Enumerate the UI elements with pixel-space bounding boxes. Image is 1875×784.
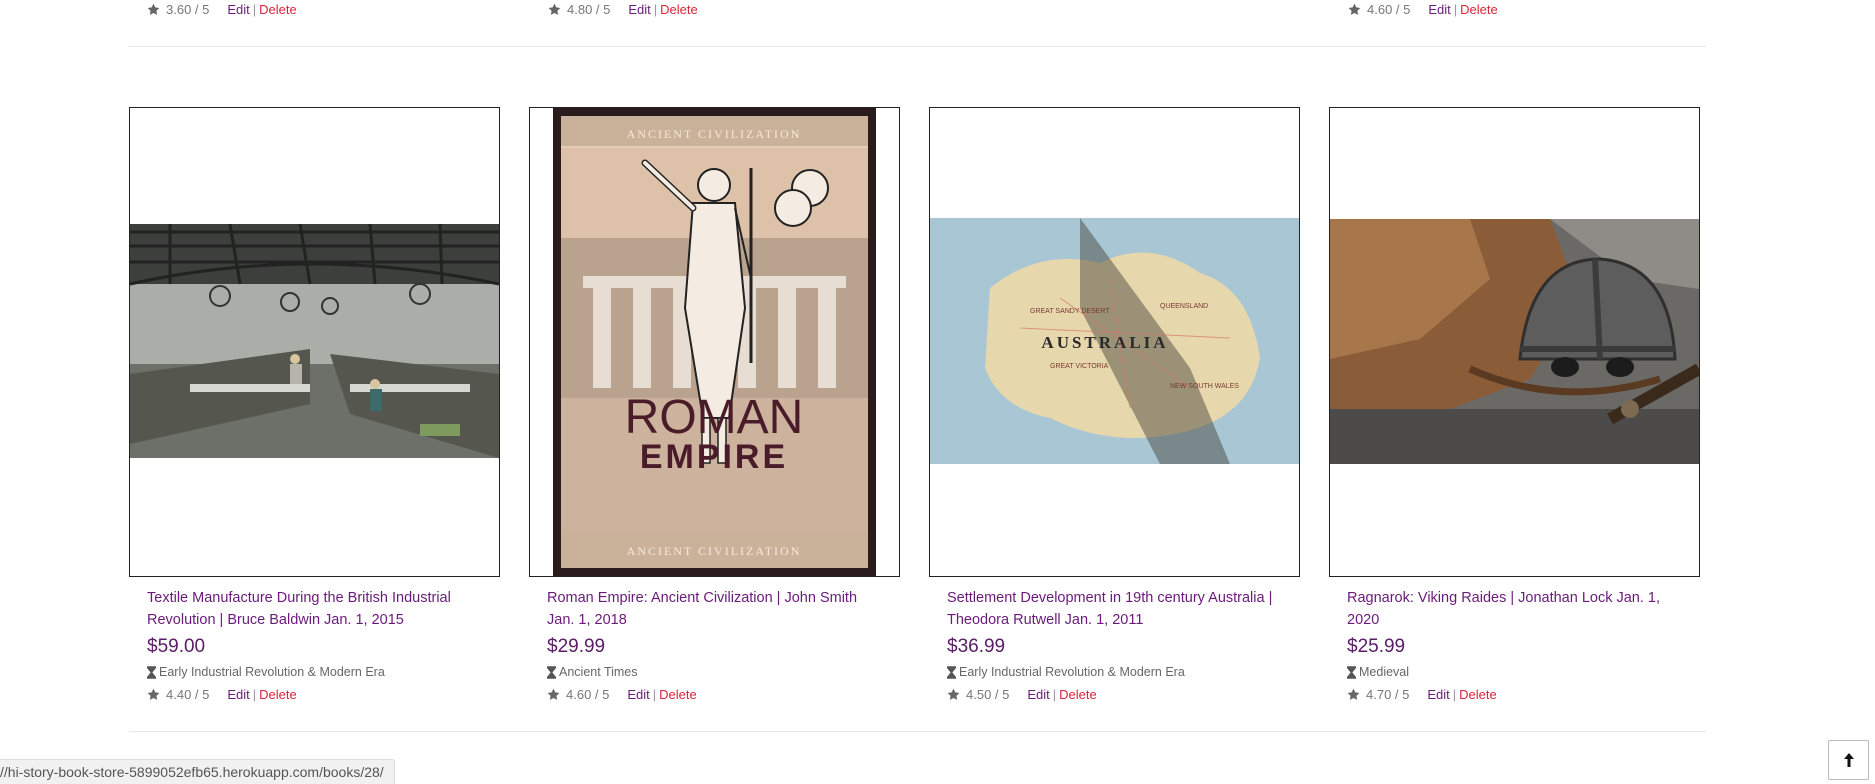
- separator: |: [653, 1, 658, 17]
- book-category: Ancient Times: [547, 662, 882, 682]
- star-icon: [547, 688, 560, 700]
- rating-row: 4.60 / 5 Edit | Delete: [1348, 0, 1498, 18]
- svg-text:NEW SOUTH WALES: NEW SOUTH WALES: [1170, 383, 1239, 390]
- star-icon: [147, 3, 160, 15]
- delete-link[interactable]: Delete: [259, 687, 297, 702]
- separator: |: [1453, 1, 1458, 17]
- book-price: $29.99: [547, 636, 606, 657]
- row-divider: [129, 731, 1706, 732]
- book-price: $59.00: [147, 636, 206, 657]
- hourglass-icon: [547, 665, 556, 679]
- edit-link[interactable]: Edit: [1428, 2, 1450, 17]
- rating-value: 4.70 / 5: [1366, 686, 1410, 702]
- book-cover-link[interactable]: GREAT SANDY DESERT QUEENSLAND GREAT VICT…: [929, 107, 1300, 577]
- hourglass-icon: [147, 665, 156, 679]
- star-icon: [1348, 3, 1361, 15]
- rating-value: 4.80 / 5: [567, 1, 611, 17]
- delete-link[interactable]: Delete: [259, 2, 297, 17]
- cover-title-line1: ROMAN: [625, 391, 804, 444]
- book-price: $25.99: [1347, 636, 1406, 657]
- book-title-link[interactable]: Settlement Development in 19th century A…: [947, 587, 1282, 631]
- book-cover-link[interactable]: ANCIENT CIVILIZATION ROMAN EMPIRE ANCIEN…: [529, 107, 900, 577]
- svg-text:GREAT VICTORIA: GREAT VICTORIA: [1050, 363, 1109, 370]
- rating-row: 3.60 / 5 Edit | Delete: [147, 0, 297, 18]
- separator: |: [652, 686, 657, 702]
- map-label: AUSTRALIA: [1041, 333, 1168, 352]
- rating-row: 4.50 / 5 Edit | Delete: [947, 682, 1282, 706]
- svg-text:QUEENSLAND: QUEENSLAND: [1160, 303, 1208, 310]
- cover-bottom-text: ANCIENT CIVILIZATION: [627, 544, 802, 558]
- book-cover-image: [1330, 219, 1699, 464]
- rating-value: 3.60 / 5: [166, 1, 210, 17]
- arrow-up-icon: [1843, 753, 1854, 767]
- delete-link[interactable]: Delete: [1059, 687, 1097, 702]
- star-icon: [947, 688, 960, 700]
- rating-row: 4.70 / 5 Edit | Delete: [1347, 682, 1682, 706]
- book-title-link[interactable]: Ragnarok: Viking Raides | Jonathan Lock …: [1347, 587, 1682, 631]
- book-cover-image: GREAT SANDY DESERT QUEENSLAND GREAT VICT…: [930, 218, 1299, 464]
- star-icon: [548, 3, 561, 15]
- edit-link[interactable]: Edit: [627, 687, 649, 702]
- category-label: Ancient Times: [559, 665, 638, 679]
- rating-value: 4.60 / 5: [1367, 1, 1411, 17]
- separator: |: [252, 686, 257, 702]
- rating-row: 4.80 / 5 Edit | Delete: [548, 0, 698, 18]
- separator: |: [1052, 686, 1057, 702]
- scroll-to-top-button[interactable]: [1828, 740, 1869, 780]
- delete-link[interactable]: Delete: [660, 2, 698, 17]
- category-label: Early Industrial Revolution & Modern Era: [159, 665, 385, 679]
- hourglass-icon: [1347, 665, 1356, 679]
- book-card: Ragnarok: Viking Raides | Jonathan Lock …: [1329, 107, 1700, 706]
- svg-text:GREAT SANDY DESERT: GREAT SANDY DESERT: [1030, 308, 1110, 315]
- rating-row: 4.40 / 5 Edit | Delete: [147, 682, 482, 706]
- rating-value: 4.40 / 5: [166, 686, 210, 702]
- separator: |: [252, 1, 257, 17]
- delete-link[interactable]: Delete: [1459, 687, 1497, 702]
- book-cover-image: [130, 224, 499, 458]
- category-label: Medieval: [1359, 665, 1410, 679]
- edit-link[interactable]: Edit: [628, 2, 650, 17]
- cover-title-line2: EMPIRE: [640, 438, 788, 476]
- book-title-link[interactable]: Textile Manufacture During the British I…: [147, 587, 482, 631]
- book-title-link[interactable]: Roman Empire: Ancient Civilization | Joh…: [547, 587, 882, 631]
- star-icon: [1347, 688, 1360, 700]
- edit-link[interactable]: Edit: [1427, 687, 1449, 702]
- rating-value: 4.50 / 5: [966, 686, 1010, 702]
- book-card: Textile Manufacture During the British I…: [129, 107, 500, 706]
- book-card: GREAT SANDY DESERT QUEENSLAND GREAT VICT…: [929, 107, 1300, 706]
- star-icon: [147, 688, 160, 700]
- row-divider: [129, 46, 1706, 47]
- edit-link[interactable]: Edit: [227, 2, 249, 17]
- edit-link[interactable]: Edit: [1027, 687, 1049, 702]
- book-category: Medieval: [1347, 662, 1682, 682]
- cover-top-text: ANCIENT CIVILIZATION: [627, 127, 802, 141]
- book-price: $36.99: [947, 636, 1006, 657]
- book-category: Early Industrial Revolution & Modern Era: [147, 662, 482, 682]
- book-category: Early Industrial Revolution & Modern Era: [947, 662, 1282, 682]
- status-bar-url: //hi-story-book-store-5899052efb65.herok…: [0, 759, 395, 784]
- book-cover-link[interactable]: [1329, 107, 1700, 577]
- delete-link[interactable]: Delete: [1460, 2, 1498, 17]
- separator: |: [1452, 686, 1457, 702]
- book-card: ANCIENT CIVILIZATION ROMAN EMPIRE ANCIEN…: [529, 107, 900, 706]
- hourglass-icon: [947, 665, 956, 679]
- edit-link[interactable]: Edit: [227, 687, 249, 702]
- delete-link[interactable]: Delete: [659, 687, 697, 702]
- category-label: Early Industrial Revolution & Modern Era: [959, 665, 1185, 679]
- book-cover-image: ANCIENT CIVILIZATION ROMAN EMPIRE ANCIEN…: [553, 108, 876, 576]
- rating-row: 4.60 / 5 Edit | Delete: [547, 682, 882, 706]
- book-cover-link[interactable]: [129, 107, 500, 577]
- rating-value: 4.60 / 5: [566, 686, 610, 702]
